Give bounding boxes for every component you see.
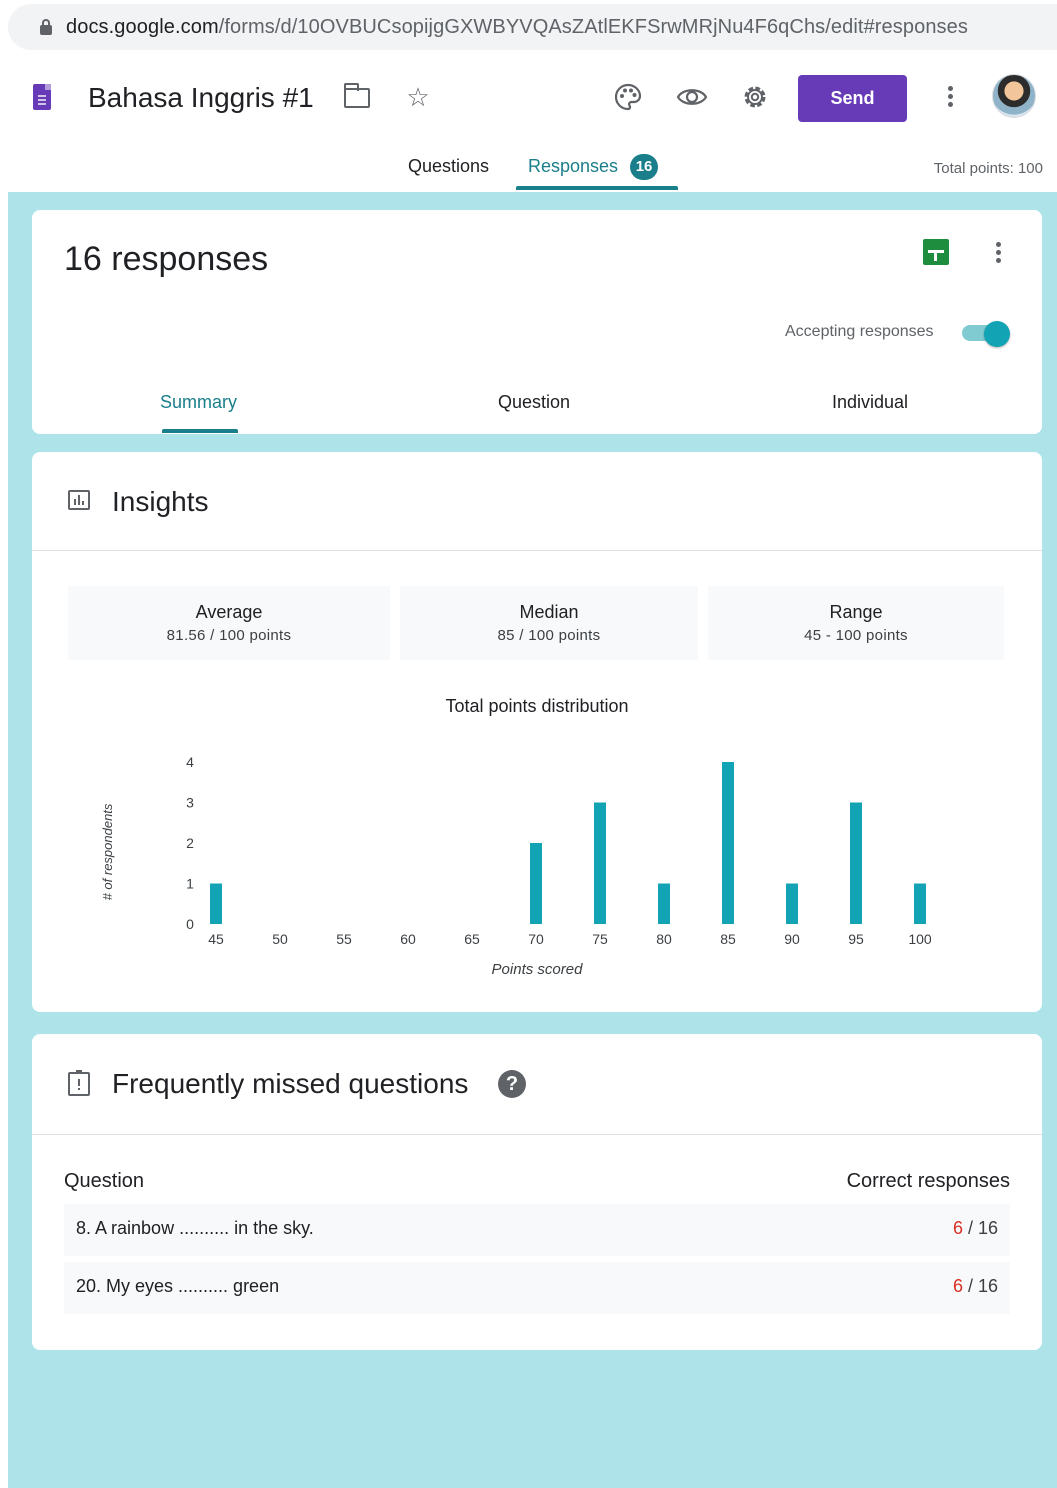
tab-active-indicator xyxy=(516,186,678,190)
address-bar[interactable]: docs.google.com/forms/d/10OVBUCsopijgGXW… xyxy=(8,4,1057,50)
chart-bar[interactable] xyxy=(658,883,670,925)
missed-title: Frequently missed questions xyxy=(112,1068,469,1099)
chart-x-tick-label: 95 xyxy=(848,931,864,947)
insights-title: Insights xyxy=(112,486,209,517)
chart-x-tick-label: 85 xyxy=(720,931,736,947)
url-text[interactable]: docs.google.com/forms/d/10OVBUCsopijgGXW… xyxy=(66,16,968,39)
insights-chart-icon xyxy=(68,490,90,510)
chart-x-axis-label: Points scored xyxy=(492,961,584,978)
accepting-responses-label: Accepting responses xyxy=(785,323,934,340)
google-sheets-icon[interactable] xyxy=(923,239,949,265)
lock-icon xyxy=(40,19,52,35)
accepting-responses-toggle[interactable] xyxy=(962,321,1010,347)
chart-bar[interactable] xyxy=(530,843,542,924)
chart-bar[interactable] xyxy=(722,762,734,924)
preview-eye-icon[interactable] xyxy=(676,82,708,112)
chart-bar[interactable] xyxy=(914,883,926,925)
chart-x-tick-label: 75 xyxy=(592,931,608,947)
chart-y-tick-label: 1 xyxy=(186,876,194,892)
tab-responses[interactable]: Responses 16 xyxy=(528,154,659,180)
chart-x-tick-label: 70 xyxy=(528,931,544,947)
subtab-active-indicator xyxy=(162,429,238,433)
insights-divider xyxy=(32,550,1042,551)
more-options-icon[interactable] xyxy=(948,86,954,110)
responses-count-badge: 16 xyxy=(630,154,659,180)
chart-bar[interactable] xyxy=(210,883,222,925)
subtab-summary[interactable]: Summary xyxy=(160,392,237,413)
subtab-question[interactable]: Question xyxy=(498,392,570,413)
stat-average: Average 81.56 / 100 points xyxy=(68,586,390,660)
responses-page: 16 responses Accepting responses Summary… xyxy=(8,192,1057,1488)
frequently-missed-card: Frequently missed questions ? Question C… xyxy=(32,1034,1042,1350)
subtab-individual[interactable]: Individual xyxy=(832,392,908,413)
insights-card: Insights Average 81.56 / 100 points Medi… xyxy=(32,452,1042,1012)
chart-x-tick-label: 60 xyxy=(400,931,416,947)
palette-icon[interactable] xyxy=(613,82,643,112)
points-distribution-chart: 0 1 2 3 4 45 50 55 60 65 70 75 80 85 90 95 100 Points s… xyxy=(100,754,932,978)
chart-title: Total points distribution xyxy=(445,696,629,716)
send-button[interactable]: Send xyxy=(798,75,907,122)
star-icon[interactable]: ☆ xyxy=(402,82,434,112)
chart-x-tick-label: 55 xyxy=(336,931,352,947)
chart-x-tick-label: 45 xyxy=(208,931,224,947)
tab-questions[interactable]: Questions xyxy=(408,156,489,177)
chart-y-tick-label: 4 xyxy=(186,754,194,770)
form-title[interactable]: Bahasa Inggris #1 xyxy=(88,82,314,114)
chart-bar[interactable] xyxy=(786,883,798,925)
responses-summary-card: 16 responses Accepting responses Summary… xyxy=(32,210,1042,434)
chart-y-tick-label: 2 xyxy=(186,835,194,851)
responses-more-icon[interactable] xyxy=(996,242,1002,266)
missed-divider xyxy=(32,1134,1042,1135)
chart-bar[interactable] xyxy=(850,802,862,925)
clipboard-alert-icon xyxy=(68,1070,90,1096)
column-header-correct: Correct responses xyxy=(846,1170,1010,1192)
stat-median: Median 85 / 100 points xyxy=(400,586,698,660)
total-points: Total points: 100 xyxy=(933,160,1043,177)
chart-y-tick-label: 0 xyxy=(186,916,194,932)
chart-x-tick-label: 50 xyxy=(272,931,288,947)
chart-bar[interactable] xyxy=(594,802,606,925)
chart-y-tick-label: 3 xyxy=(186,795,194,811)
chart-y-axis-label: # of respondents xyxy=(100,803,115,900)
chart-x-tick-label: 100 xyxy=(908,931,932,947)
form-header: Bahasa Inggris #1 ☆ Send Questions Respo… xyxy=(8,52,1057,192)
stat-range: Range 45 - 100 points xyxy=(708,586,1004,660)
google-forms-icon[interactable] xyxy=(33,84,51,110)
missed-question-row[interactable]: 8. A rainbow .......... in the sky. 6 / … xyxy=(64,1204,1010,1256)
column-header-question: Question xyxy=(64,1170,145,1192)
help-icon[interactable]: ? xyxy=(498,1070,526,1098)
folder-icon[interactable] xyxy=(343,83,370,108)
missed-question-row[interactable]: 20. My eyes .......... green 6 / 16 xyxy=(64,1262,1010,1314)
chart-x-tick-label: 90 xyxy=(784,931,800,947)
chart-x-tick-label: 80 xyxy=(656,931,672,947)
responses-count: 16 responses xyxy=(64,240,269,278)
avatar[interactable] xyxy=(992,74,1036,118)
chart-x-tick-label: 65 xyxy=(464,931,480,947)
settings-gear-icon[interactable] xyxy=(740,82,770,112)
